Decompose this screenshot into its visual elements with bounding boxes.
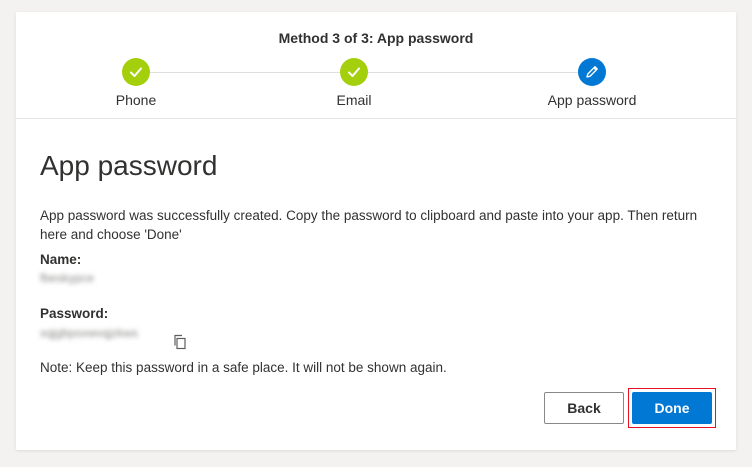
- description-text: App password was successfully created. C…: [40, 208, 698, 242]
- method-stepper: Method 3 of 3: App password Phone Email …: [16, 12, 736, 119]
- step-label: Phone: [115, 92, 157, 108]
- app-password-card: Method 3 of 3: App password Phone Email …: [16, 12, 736, 450]
- pencil-icon: [578, 58, 606, 86]
- step-email: Email: [284, 58, 424, 108]
- warning-note: Note: Keep this password in a safe place…: [40, 360, 447, 375]
- check-icon: [122, 58, 150, 86]
- step-phone: Phone: [66, 58, 206, 108]
- done-button[interactable]: Done: [632, 392, 712, 424]
- step-label: App password: [547, 92, 637, 108]
- back-button[interactable]: Back: [544, 392, 624, 424]
- step-app-password: App password: [522, 58, 662, 108]
- method-title: Method 3 of 3: App password: [278, 30, 474, 46]
- password-value: xqjgbpsxwvqjzkws: [40, 326, 139, 340]
- password-label: Password:: [40, 306, 109, 321]
- copy-icon[interactable]: [172, 334, 188, 350]
- step-label: Email: [336, 92, 372, 108]
- name-label: Name:: [40, 252, 82, 267]
- check-icon: [340, 58, 368, 86]
- name-value: fbeskypce: [40, 271, 95, 285]
- page-title: App password: [40, 150, 218, 181]
